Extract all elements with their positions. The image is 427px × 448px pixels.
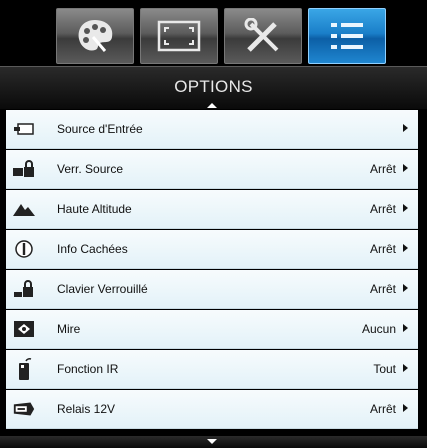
tab-image[interactable] <box>56 8 134 64</box>
menu-item-test-pattern[interactable]: Mire Aucun <box>6 310 418 349</box>
menu-footer <box>0 436 427 448</box>
tab-bar <box>56 8 392 64</box>
page-title: OPTIONS <box>174 77 253 96</box>
menu-item-value: Arrêt <box>369 282 396 296</box>
relay-12v-icon <box>12 398 36 420</box>
menu-item-ir-function[interactable]: Fonction IR Tout <box>6 350 418 389</box>
display-frame-icon <box>157 20 201 52</box>
chevron-right-icon <box>403 244 408 252</box>
menu-item-value: Tout <box>373 362 396 376</box>
remote-icon <box>12 358 36 380</box>
chevron-right-icon <box>403 324 408 332</box>
tab-setup[interactable] <box>224 8 302 64</box>
menu-list-icon <box>331 23 363 49</box>
menu-item-value: Arrêt <box>369 162 396 176</box>
palette-icon <box>78 20 113 52</box>
input-source-icon <box>12 118 36 140</box>
menu-item-high-altitude[interactable]: Haute Altitude Arrêt <box>6 190 418 229</box>
menu-item-value: Arrêt <box>369 242 396 256</box>
menu-item-value: Aucun <box>361 322 396 336</box>
scroll-down-icon <box>207 439 217 444</box>
tab-options[interactable] <box>308 8 386 64</box>
mountain-icon <box>12 198 36 220</box>
chevron-right-icon <box>403 404 408 412</box>
scroll-up-icon <box>207 103 217 108</box>
menu-item-input-source[interactable]: Source d'Entrée <box>6 110 418 149</box>
menu-item-label: Verr. Source <box>57 162 124 176</box>
chevron-right-icon <box>403 364 408 372</box>
menu-item-relay-12v[interactable]: Relais 12V Arrêt <box>6 390 418 429</box>
test-pattern-icon <box>12 318 36 340</box>
menu-item-label: Source d'Entrée <box>57 122 143 136</box>
menu-item-value: Arrêt <box>369 402 396 416</box>
chevron-right-icon <box>403 164 408 172</box>
menu-item-value: Arrêt <box>369 202 396 216</box>
menu-item-label: Clavier Verrouillé <box>57 282 148 296</box>
menu-item-label: Mire <box>57 322 81 336</box>
menu-item-keypad-lock[interactable]: Clavier Verrouillé Arrêt <box>6 270 418 309</box>
osd-window: OPTIONS Source d'Entrée Verr. Source Arr… <box>0 0 427 448</box>
menu-header: OPTIONS <box>0 66 427 109</box>
chevron-right-icon <box>403 204 408 212</box>
chevron-right-icon <box>403 124 408 132</box>
options-list: Source d'Entrée Verr. Source Arrêt Haute… <box>6 110 418 434</box>
menu-item-label: Fonction IR <box>57 362 119 376</box>
tab-display[interactable] <box>140 8 218 64</box>
keypad-lock-icon <box>12 278 36 300</box>
info-icon <box>12 238 36 260</box>
chevron-right-icon <box>403 284 408 292</box>
menu-item-label: Haute Altitude <box>57 202 132 216</box>
menu-item-source-lock[interactable]: Verr. Source Arrêt <box>6 150 418 189</box>
menu-item-label: Info Cachées <box>57 242 128 256</box>
tools-icon <box>244 18 279 52</box>
source-lock-icon <box>12 158 36 180</box>
menu-item-label: Relais 12V <box>57 402 116 416</box>
menu-item-info-hide[interactable]: Info Cachées Arrêt <box>6 230 418 269</box>
